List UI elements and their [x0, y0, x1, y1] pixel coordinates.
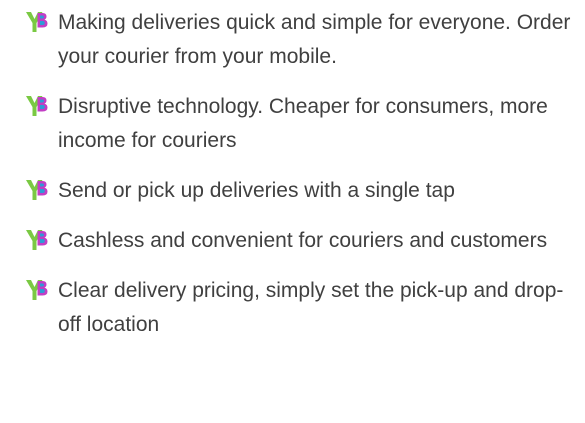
- list-item: Clear delivery pricing, simply set the p…: [0, 274, 585, 342]
- yb-logo-icon: [23, 227, 49, 253]
- list-item-text: Making deliveries quick and simple for e…: [58, 11, 571, 68]
- yb-logo-icon: [23, 9, 49, 35]
- list-item: Send or pick up deliveries with a single…: [0, 174, 585, 208]
- list-item-text: Cashless and convenient for couriers and…: [58, 229, 548, 252]
- list-item-text: Send or pick up deliveries with a single…: [58, 179, 455, 202]
- list-item: Cashless and convenient for couriers and…: [0, 224, 585, 258]
- list-item-text: Clear delivery pricing, simply set the p…: [58, 279, 564, 336]
- yb-logo-icon: [23, 93, 49, 119]
- list-item: Disruptive technology. Cheaper for consu…: [0, 90, 585, 158]
- list-item: Making deliveries quick and simple for e…: [0, 6, 585, 74]
- feature-list: Making deliveries quick and simple for e…: [0, 0, 585, 342]
- yb-logo-icon: [23, 277, 49, 303]
- yb-logo-icon: [23, 177, 49, 203]
- list-item-text: Disruptive technology. Cheaper for consu…: [58, 95, 548, 152]
